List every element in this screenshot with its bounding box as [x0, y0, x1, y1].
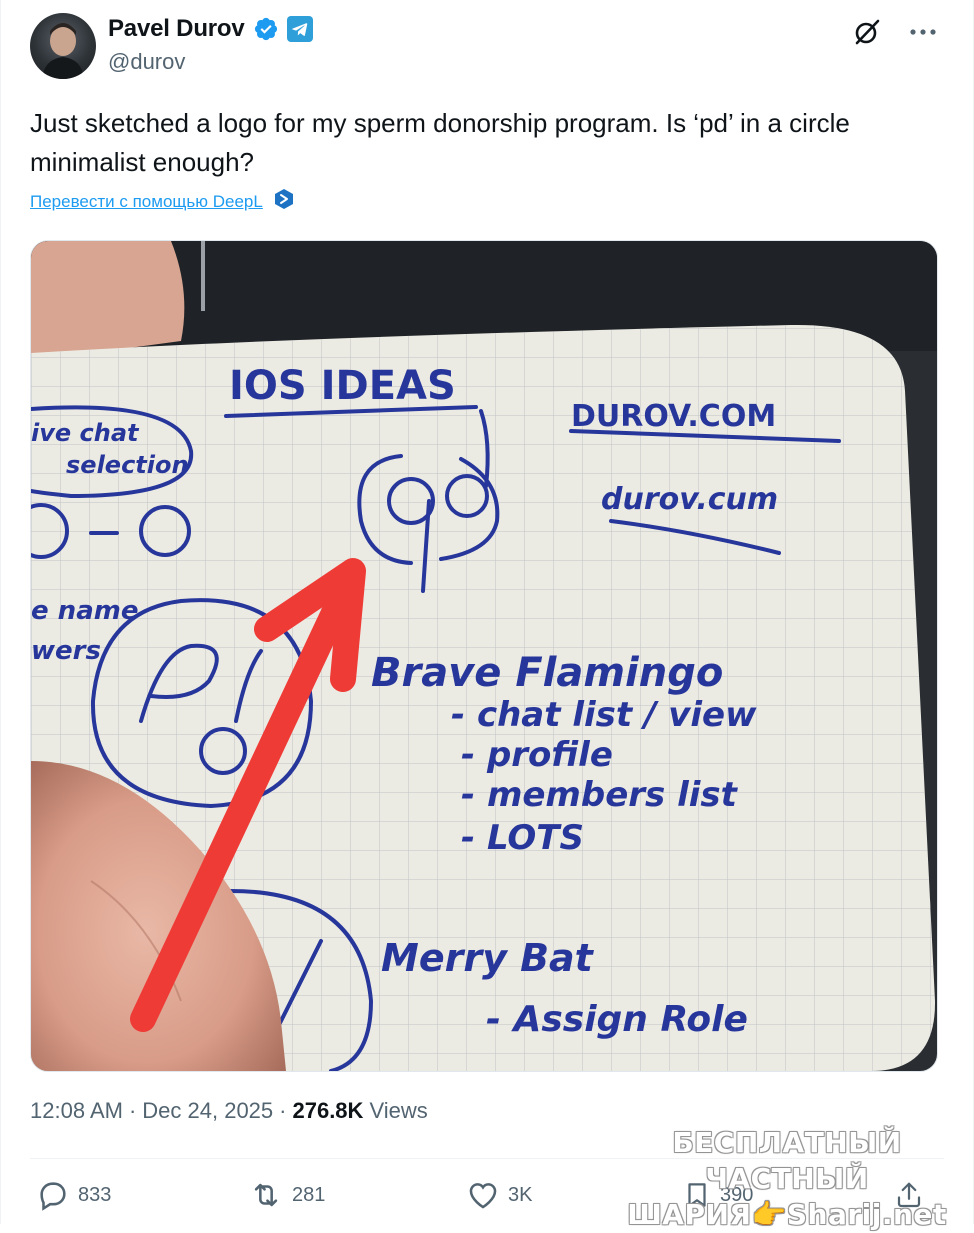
author-handle[interactable]: @durov	[108, 49, 185, 75]
tweet-card: Pavel Durov @durov Just sketched a logo …	[0, 0, 974, 1231]
like-count: 3K	[508, 1183, 533, 1206]
telegram-icon[interactable]	[286, 16, 313, 42]
text-chat-selection-2: selection	[66, 451, 189, 479]
translate-row: Перевести с помощью DeepL	[30, 188, 295, 215]
text-members-list: - members list	[461, 775, 739, 815]
grok-icon[interactable]	[852, 17, 882, 47]
deepl-icon[interactable]	[273, 188, 295, 215]
tweet-time[interactable]: 12:08 AM	[30, 1098, 123, 1124]
meta-separator-2: ·	[279, 1098, 287, 1123]
text-merry-bat: Merry Bat	[381, 936, 595, 980]
tweet-text: Just sketched a logo for my sperm donors…	[30, 108, 850, 177]
author-name-row: Pavel Durov	[108, 14, 313, 44]
text-chat-list: - chat list / view	[451, 695, 757, 735]
text-profile: - profile	[461, 735, 613, 775]
verified-badge-icon	[253, 16, 279, 42]
text-durov-cum: durov.cum	[601, 482, 778, 517]
meta-separator: ·	[128, 1098, 137, 1123]
text-assign-role: - Assign Role	[486, 999, 748, 1040]
tweet-meta: 12:08 AM · Dec 24, 2025 · 276.8K Views	[30, 1098, 428, 1124]
repost-button[interactable]: 281	[248, 1178, 325, 1212]
header-actions	[852, 17, 938, 47]
reply-count: 833	[78, 1183, 112, 1206]
watermark-line-1: БЕСПЛАТНЫЙ ЧАСТНЫЙ	[672, 1126, 902, 1195]
reply-icon	[40, 1182, 66, 1211]
reply-button[interactable]: 833	[36, 1178, 111, 1212]
notebook-photo: IOS IDEAS DUROV.COM durov.cum ive chat s…	[31, 241, 937, 1071]
more-icon[interactable]	[908, 17, 938, 47]
heart-icon	[469, 1183, 497, 1209]
left-border	[0, 0, 1, 1224]
tweet-photo[interactable]: IOS IDEAS DUROV.COM durov.cum ive chat s…	[30, 240, 938, 1072]
author-display-name[interactable]: Pavel Durov	[108, 15, 245, 43]
author-avatar[interactable]	[30, 13, 96, 79]
top-finger	[31, 241, 185, 361]
views-label: Views	[369, 1098, 428, 1123]
watermark: БЕСПЛАТНЫЙ ЧАСТНЫЙ ШАРИЯ👉Sharij.net	[622, 1125, 952, 1233]
text-rename-1: e name	[31, 596, 138, 626]
text-chat-selection-1: ive chat	[31, 419, 140, 447]
views-count: 276.8K	[292, 1098, 364, 1123]
like-button[interactable]: 3K	[466, 1178, 532, 1212]
tweet-date[interactable]: Dec 24, 2025	[142, 1098, 273, 1124]
heading-ios-ideas: IOS IDEAS	[229, 363, 456, 409]
watermark-line-2: ШАРИЯ👉Sharij.net	[627, 1198, 947, 1231]
text-lots: - LOTS	[461, 818, 584, 858]
translate-link[interactable]: Перевести с помощью DeepL	[30, 192, 263, 212]
text-rename-2: wers	[31, 636, 101, 666]
repost-count: 281	[292, 1183, 326, 1206]
text-brave-flamingo: Brave Flamingo	[371, 650, 723, 696]
text-durov-com: DUROV.COM	[571, 399, 776, 434]
repost-icon	[254, 1183, 278, 1207]
